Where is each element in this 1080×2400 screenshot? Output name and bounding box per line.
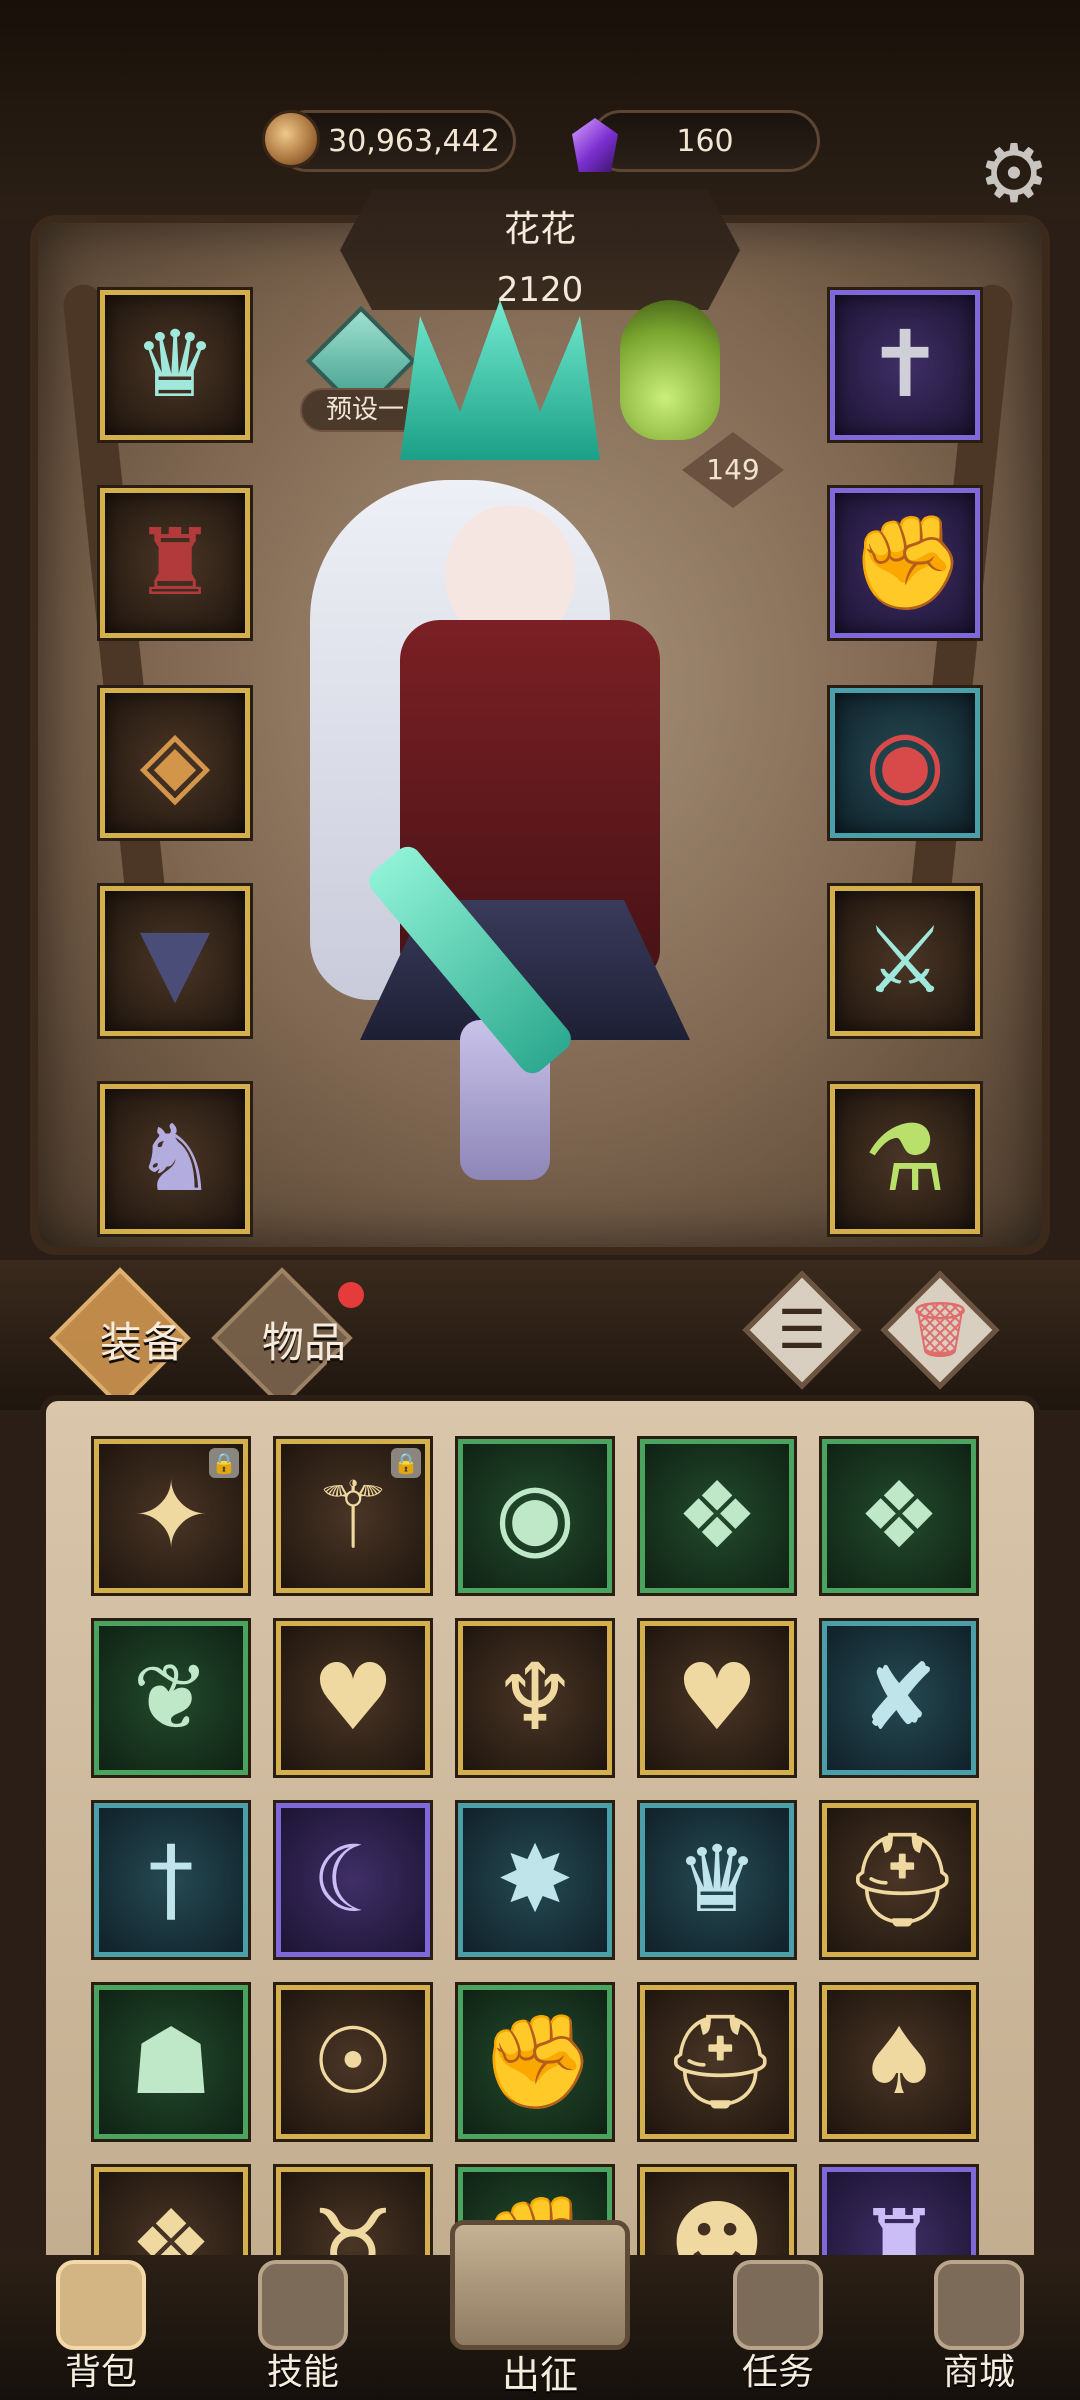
ring-icon: ◉ [494, 1462, 576, 1569]
inventory-slot[interactable]: ◉ [458, 1439, 612, 1593]
gem-amount: 160 [676, 123, 734, 159]
scroll-map-icon [450, 2220, 630, 2350]
necklace-icon: ❖ [675, 1462, 759, 1569]
helmet-icon: ⛑ [662, 2008, 779, 2115]
equip-slot-potion[interactable]: ⚗ [830, 1084, 980, 1234]
inventory-slot[interactable]: ♠ [822, 1985, 976, 2139]
skill-book-icon [258, 2260, 348, 2350]
bracer-icon: ◈ [139, 709, 211, 816]
equip-slot-bracer[interactable]: ◈ [100, 688, 250, 838]
backpack-icon [56, 2260, 146, 2350]
equip-slot-boots[interactable]: ♞ [100, 1084, 250, 1234]
chalice-icon: ♆ [493, 1644, 577, 1751]
nav-expedition-label: 出征 [501, 2353, 578, 2397]
gauntlet-icon: ✊ [850, 509, 965, 616]
gem-counter[interactable]: 160 [590, 110, 820, 172]
inventory-slot[interactable]: ✊ [458, 1985, 612, 2139]
necklace-icon: ❖ [857, 1462, 941, 1569]
helmet-icon: ⛑ [844, 1826, 961, 1933]
cape-icon: ♠ [857, 2008, 941, 2115]
spear-icon: ✦ [132, 1462, 210, 1569]
skirt-icon: ▼ [139, 907, 211, 1014]
heart-amulet-icon: ♥ [675, 1644, 759, 1751]
scythe-icon: ☾ [311, 1826, 395, 1933]
nav-shop-label: 商城 [942, 2352, 1015, 2393]
cross-necklace-icon: ✝ [866, 311, 944, 418]
inventory-slot[interactable]: ❖ [822, 1439, 976, 1593]
robe-icon: ♛ [675, 1826, 759, 1933]
gold-coin-icon [262, 110, 320, 168]
ribbon-icon: ✘ [860, 1644, 938, 1751]
potion-icon: ⚗ [863, 1105, 947, 1212]
heart-amulet-icon: ♥ [311, 1644, 395, 1751]
inventory-slot[interactable]: ⛑ [822, 1803, 976, 1957]
quest-horn-icon [733, 2260, 823, 2350]
star-ring-icon: ✸ [496, 1826, 574, 1933]
inventory-slot[interactable]: ♥ [640, 1621, 794, 1775]
trash-icon: 🗑 [905, 1298, 975, 1361]
inventory-slot[interactable]: ☉ [276, 1985, 430, 2139]
equip-slot-skirt[interactable]: ▼ [100, 886, 250, 1036]
tab-items-label: 物品 [262, 1318, 347, 1367]
coat-icon: ♜ [133, 509, 217, 616]
inventory-panel: ✦🔒⚚🔒◉❖❖❦♥♆♥✘†☾✸♛⛑☗☉✊⛑♠❖♉✊☻♜ [40, 1395, 1040, 2275]
nav-quests-label: 任务 [741, 2352, 814, 2393]
inventory-slot[interactable]: ⚚ 🔒 [276, 1439, 430, 1593]
hero-portrait [250, 300, 790, 1180]
nav-skills-label: 技能 [266, 2352, 339, 2393]
inventory-slot[interactable]: ⛑ [640, 1985, 794, 2139]
gauntlet-icon: ✊ [480, 2008, 595, 2115]
pendant-icon: ☉ [311, 2008, 395, 2115]
hero-name: 花花 [503, 209, 576, 250]
items-notification-dot [338, 1282, 364, 1308]
inventory-slot[interactable]: ❦ [94, 1621, 248, 1775]
inventory-slot[interactable]: ♆ [458, 1621, 612, 1775]
game-screen: 30,963,442 160 ⚙ 花花 2120 预设一 149 ♛ ♜ ◈ ▼… [0, 0, 1080, 2400]
nav-bag-label: 背包 [64, 2352, 137, 2393]
sword-icon: † [148, 1826, 194, 1933]
inventory-slot[interactable]: † [94, 1803, 248, 1957]
nav-quests[interactable]: 任务 [693, 2250, 863, 2400]
equip-slot-blade[interactable]: ⚔ [830, 886, 980, 1036]
inventory-slot[interactable]: ✦ 🔒 [94, 1439, 248, 1593]
settings-gear-icon[interactable]: ⚙ [968, 128, 1060, 220]
equip-slot-ring[interactable]: ◉ [830, 688, 980, 838]
winged-relic-icon: ❦ [132, 1644, 210, 1751]
nav-bag[interactable]: 背包 [16, 2250, 186, 2400]
inventory-slot[interactable]: ♥ [276, 1621, 430, 1775]
nav-expedition[interactable]: 出征 [430, 2160, 650, 2400]
boots-icon: ♞ [133, 1105, 217, 1212]
top-resource-bar [0, 0, 1080, 220]
nav-shop[interactable]: 商城 [894, 2250, 1064, 2400]
inventory-slot[interactable]: ☾ [276, 1803, 430, 1957]
companion-potion-icon[interactable] [620, 300, 720, 440]
lock-icon: 🔒 [391, 1448, 421, 1478]
inventory-slot[interactable]: ♛ [640, 1803, 794, 1957]
ring-icon: ◉ [864, 709, 946, 816]
equip-slot-necklace[interactable]: ✝ [830, 290, 980, 440]
hood-icon: ☗ [129, 2008, 213, 2115]
tab-equipment[interactable]: 装备 [49, 1267, 240, 1409]
equip-slot-gauntlet[interactable]: ✊ [830, 488, 980, 638]
staff-icon: ⚚ [311, 1462, 395, 1569]
crown-icon: ♛ [133, 311, 217, 418]
gold-amount: 30,963,442 [328, 123, 500, 159]
equip-slot-crown[interactable]: ♛ [100, 290, 250, 440]
inventory-slot[interactable]: ☗ [94, 1985, 248, 2139]
sort-icon: ☰ [777, 1298, 827, 1361]
blade-icon: ⚔ [863, 907, 947, 1014]
inventory-slot[interactable]: ✸ [458, 1803, 612, 1957]
inventory-slot[interactable]: ❖ [640, 1439, 794, 1593]
tab-items[interactable]: 物品 [211, 1267, 402, 1409]
inventory-slot[interactable]: ✘ [822, 1621, 976, 1775]
lock-icon: 🔒 [209, 1448, 239, 1478]
nav-skills[interactable]: 技能 [218, 2250, 388, 2400]
shop-crest-icon [934, 2260, 1024, 2350]
equip-slot-armor[interactable]: ♜ [100, 488, 250, 638]
